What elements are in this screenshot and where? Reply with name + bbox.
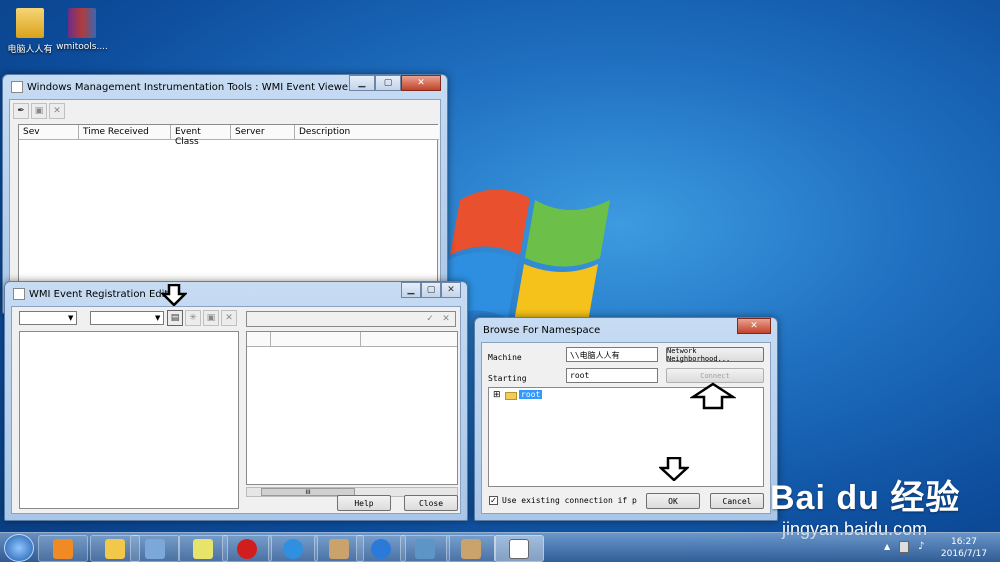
tree-item-root[interactable]: root [519, 390, 543, 399]
window-title: WMI Event Registration Editor [29, 288, 179, 300]
taskbar-ie[interactable] [268, 535, 318, 562]
app-icon [13, 288, 25, 300]
clock-time: 16:27 [951, 537, 977, 547]
watermark-brand: Bai du 经验 [770, 479, 961, 517]
network-neighborhood-button[interactable]: Network Neighborhood... [666, 347, 764, 363]
taskbar-paint-2[interactable] [446, 535, 496, 562]
use-existing-label: Use existing connection if p [502, 496, 637, 505]
baidu-watermark: Bai du 经验 jingyan.baidu.com [770, 470, 960, 540]
column-header[interactable] [247, 332, 271, 347]
start-button[interactable] [4, 534, 34, 562]
close-button[interactable]: ✕ [737, 318, 771, 334]
browse-dialog-titlebar[interactable]: Browse For Namespace [481, 318, 771, 342]
desktop-icon-label: 电脑人人有 [7, 45, 53, 55]
minimize-button[interactable]: ▁ [401, 282, 421, 298]
maximize-button[interactable]: ▢ [421, 282, 441, 298]
column-header-time[interactable]: Time Received [79, 125, 171, 140]
winrar-archive-icon [68, 8, 96, 38]
instance-list[interactable] [246, 331, 458, 485]
tray-arrow-icon[interactable]: ▲ [884, 542, 890, 551]
paint-icon [329, 538, 349, 559]
desktop-icon-label: wmitools.... [56, 42, 108, 52]
connect-button[interactable]: Connect [666, 368, 764, 383]
help-button[interactable]: Help [337, 495, 391, 511]
close-button[interactable]: Close [404, 495, 458, 511]
sticky-notes-icon [193, 538, 213, 559]
close-button[interactable]: ✕ [401, 75, 441, 91]
paint-icon [461, 538, 481, 559]
event-viewer-window: Windows Management Instrumentation Tools… [2, 74, 448, 314]
column-header-event-class[interactable]: Event Class [171, 125, 231, 147]
use-existing-checkbox[interactable]: ✓ [489, 496, 498, 505]
photo-viewer-icon [415, 538, 435, 559]
tray-volume-icon[interactable]: ♪ [918, 541, 924, 552]
properties-icon[interactable]: ▣ [203, 310, 219, 326]
internet-explorer-icon [283, 538, 303, 559]
taskbar-network[interactable] [130, 535, 180, 562]
folder-icon [105, 538, 125, 559]
desktop-icon-folder[interactable]: 电脑人人有 [0, 8, 60, 55]
app-icon [11, 81, 23, 93]
chevron-down-icon[interactable]: ▼ [68, 314, 73, 322]
taskbar-photo[interactable] [400, 535, 450, 562]
browse-namespace-dialog: Browse For Namespace ✕ Machine \\电脑人人有 N… [474, 317, 778, 521]
taskbar: ▲ ♪ 16:27 2016/7/17 [0, 532, 1000, 562]
folder-icon [505, 392, 517, 400]
annotation-arrow-down [659, 457, 689, 481]
check-icon[interactable]: ✓ [422, 311, 438, 327]
machine-label: Machine [488, 353, 522, 362]
taskbar-media-player[interactable] [38, 535, 88, 562]
windows-logo [440, 189, 610, 330]
clock-date: 2016/7/17 [940, 549, 988, 559]
tree-expand-icon[interactable]: ⊞ [493, 390, 501, 400]
registration-editor-window: WMI Event Registration Editor ▁ ▢ ✕ ▼ ▼ … [4, 281, 468, 521]
class-tree[interactable] [19, 331, 239, 509]
taskbar-notes[interactable] [178, 535, 228, 562]
wmi-tools-icon [509, 538, 529, 559]
event-list[interactable]: Sev Time Received Event Class Server Des… [18, 124, 439, 306]
column-header-description[interactable]: Description [295, 125, 439, 140]
dialog-title: Browse For Namespace [483, 324, 601, 336]
taskbar-sogou[interactable] [356, 535, 406, 562]
sogou-icon [371, 538, 391, 559]
registration-editor-titlebar[interactable]: WMI Event Registration Editor [11, 282, 461, 306]
taskbar-chess[interactable] [222, 535, 272, 562]
close-button[interactable]: ✕ [441, 282, 461, 298]
starting-label: Starting [488, 374, 527, 383]
network-icon [145, 538, 165, 559]
window-title: Windows Management Instrumentation Tools… [27, 81, 353, 93]
maximize-button[interactable]: ▢ [375, 75, 401, 91]
class-combo[interactable] [90, 311, 164, 325]
starting-field[interactable]: root [566, 368, 658, 383]
desktop-icon-wmitools[interactable]: wmitools.... [52, 8, 112, 52]
column-header-sev[interactable]: Sev [19, 125, 79, 140]
column-header-server[interactable]: Server [231, 125, 295, 140]
annotation-arrow-down [161, 284, 187, 306]
properties-icon[interactable]: ▣ [31, 103, 47, 119]
register-icon[interactable]: ✒ [13, 103, 29, 119]
chevron-down-icon[interactable]: ▼ [155, 314, 160, 322]
column-header[interactable] [361, 332, 457, 347]
cancel-button[interactable]: Cancel [710, 493, 764, 509]
annotation-arrow-up [690, 382, 736, 410]
machine-field[interactable]: \\电脑人人有 [566, 347, 658, 362]
folder-user-icon [16, 8, 44, 38]
browse-namespace-icon[interactable]: ▤ [167, 310, 183, 326]
ok-button[interactable]: OK [646, 493, 700, 509]
delete-icon[interactable]: ✕ [221, 310, 237, 326]
taskbar-wmi-tools[interactable] [494, 535, 544, 562]
delete-icon[interactable]: ✕ [438, 311, 454, 327]
delete-icon[interactable]: ✕ [49, 103, 65, 119]
new-instance-icon[interactable]: ✳ [185, 310, 201, 326]
tray-network-icon[interactable] [899, 541, 909, 553]
minimize-button[interactable]: ▁ [349, 75, 375, 91]
column-header[interactable] [271, 332, 361, 347]
clock[interactable]: 16:27 2016/7/17 [934, 536, 994, 560]
media-player-icon [53, 538, 73, 559]
chess-icon [237, 538, 257, 559]
